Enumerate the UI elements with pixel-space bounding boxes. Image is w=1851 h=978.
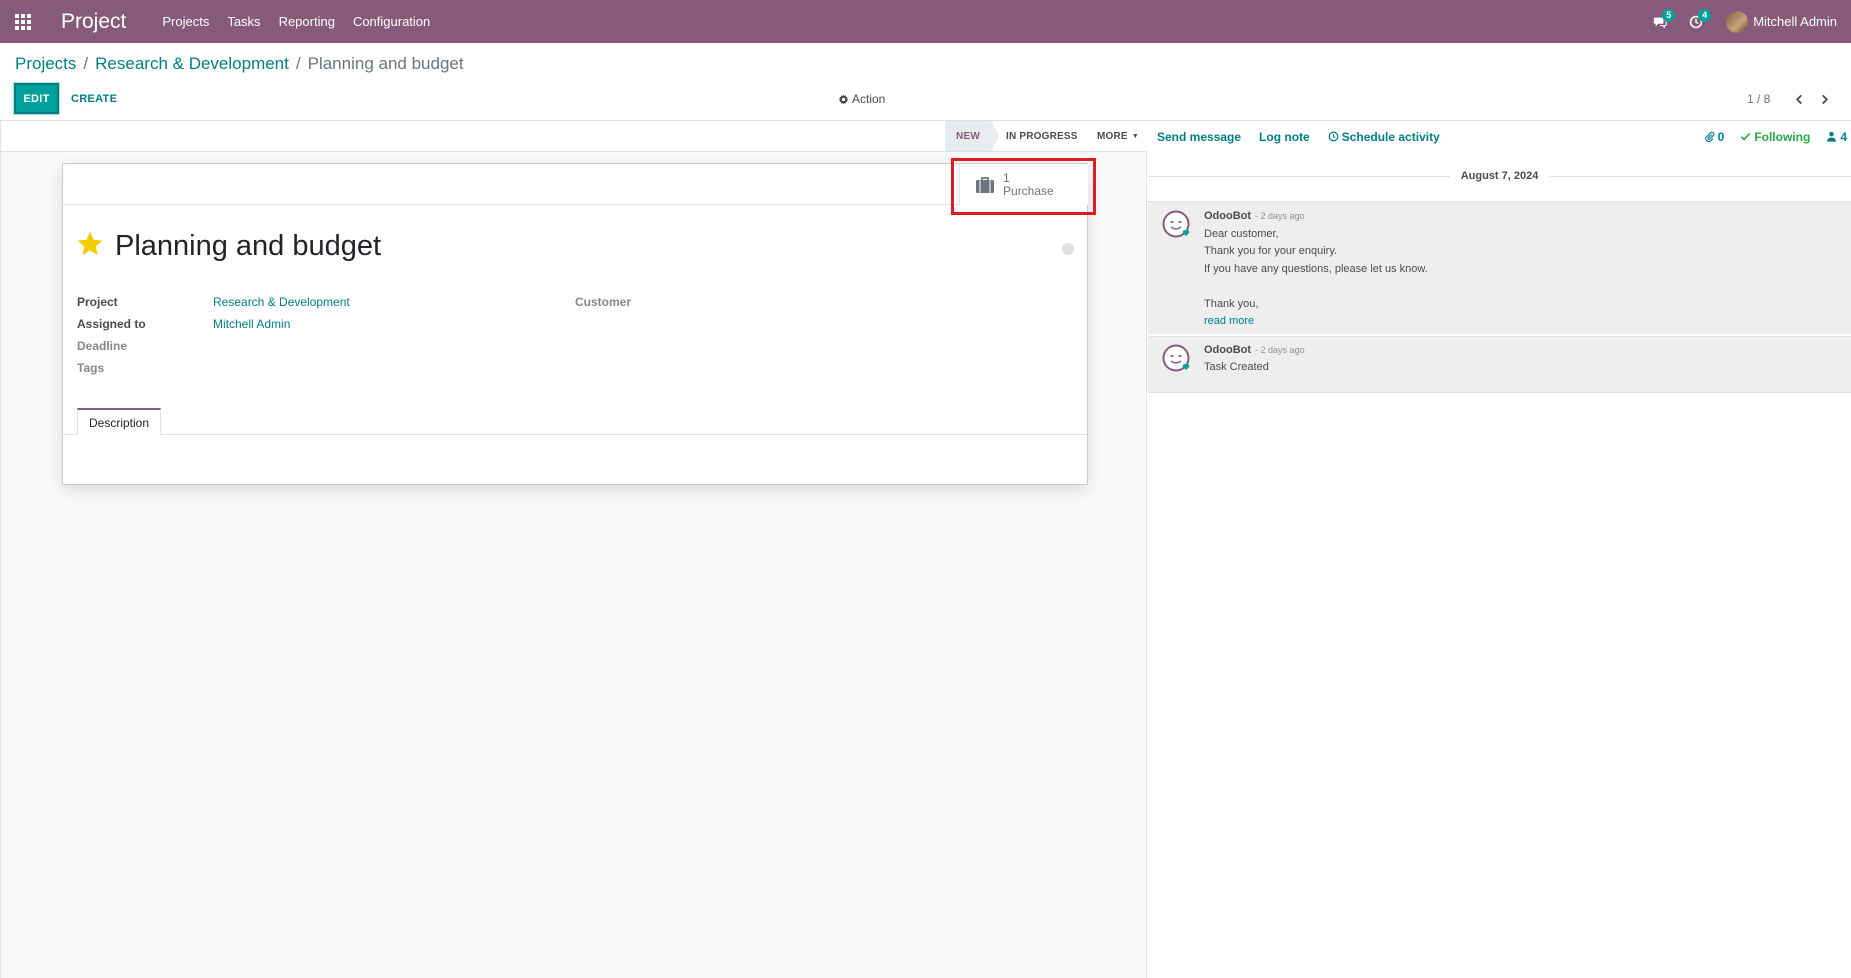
breadcrumb: Projects / Research & Development / Plan… — [15, 54, 464, 74]
breadcrumb-separator: / — [295, 54, 301, 73]
stage-arrow — [991, 121, 999, 151]
date-separator-label: August 7, 2024 — [1460, 170, 1539, 182]
pager-previous-button[interactable] — [1789, 89, 1809, 109]
clock-icon — [1328, 131, 1339, 142]
tags-label: Tags — [77, 361, 105, 375]
form-sheet: 1 Purchase Planning and budget Project R… — [62, 163, 1088, 485]
project-label: Project — [77, 295, 118, 309]
user-name: Mitchell Admin — [1753, 14, 1837, 29]
task-title: Planning and budget — [115, 230, 382, 262]
button-box: 1 Purchase — [63, 164, 1088, 205]
activities-button[interactable]: 4 — [1678, 0, 1714, 43]
messages-counter: 5 — [1662, 9, 1676, 22]
app-name[interactable]: Project — [61, 10, 126, 34]
schedule-activity-label: Schedule activity — [1341, 129, 1440, 144]
send-message-button[interactable]: Send message — [1157, 130, 1241, 144]
menu-tasks[interactable]: Tasks — [227, 14, 260, 29]
log-note-button[interactable]: Log note — [1259, 130, 1310, 144]
create-button[interactable]: CREATE — [71, 83, 117, 114]
message-line: If you have any questions, please let us… — [1204, 263, 1428, 275]
chatter-message: OdooBot - 2 days ago Dear customer, Thank… — [1148, 201, 1851, 334]
stage-in-progress-button[interactable]: IN PROGRESS — [1006, 121, 1078, 151]
breadcrumb-projects[interactable]: Projects — [15, 54, 76, 74]
statusbar: NEW IN PROGRESS MORE ▼ — [1, 121, 1147, 152]
breadcrumb-current: Planning and budget — [307, 54, 464, 73]
assigned-to-value-link[interactable]: Mitchell Admin — [213, 317, 290, 331]
messages-button[interactable]: 5 — [1642, 0, 1678, 43]
followers-button[interactable]: 4 — [1826, 130, 1847, 144]
star-icon[interactable] — [76, 230, 104, 258]
chatter: Send message Log note Schedule activity … — [1148, 121, 1851, 978]
chatter-topbar: Send message Log note Schedule activity … — [1148, 121, 1851, 152]
deadline-label: Deadline — [77, 339, 128, 353]
pager-next-button[interactable] — [1814, 89, 1834, 109]
edit-button[interactable]: EDIT — [14, 83, 59, 114]
pager-value[interactable]: 1 / 8 — [1747, 89, 1770, 109]
apps-menu-icon[interactable] — [0, 0, 46, 43]
chevron-right-icon — [1821, 94, 1828, 104]
date-separator: August 7, 2024 — [1148, 169, 1851, 183]
paperclip-icon — [1704, 131, 1714, 142]
highlight-annotation — [951, 158, 1096, 215]
customer-label: Customer — [575, 295, 632, 309]
kanban-state-indicator[interactable] — [1062, 243, 1074, 255]
message-date: - 2 days ago — [1255, 211, 1305, 221]
read-more-link[interactable]: read more — [1204, 315, 1254, 327]
attachments-count: 0 — [1717, 129, 1725, 144]
more-label: MORE — [1097, 130, 1128, 142]
avatar — [1726, 10, 1749, 33]
more-stages-dropdown[interactable]: MORE ▼ — [1097, 121, 1139, 151]
breadcrumb-separator: / — [83, 54, 89, 73]
following-label: Following — [1754, 129, 1811, 144]
menu-reporting[interactable]: Reporting — [279, 14, 335, 29]
message-line: Thank you for your enquiry. — [1204, 245, 1338, 257]
action-label: Action — [852, 92, 886, 106]
menu-projects[interactable]: Projects — [162, 14, 209, 29]
user-icon — [1827, 131, 1837, 142]
breadcrumb-research-development[interactable]: Research & Development — [95, 54, 289, 74]
caret-down-icon: ▼ — [1131, 132, 1139, 140]
followers-count: 4 — [1840, 129, 1847, 144]
project-value-link[interactable]: Research & Development — [213, 295, 350, 309]
message-author-name: OdooBot — [1204, 344, 1252, 356]
message-line: Thank you, — [1204, 298, 1259, 310]
notebook-tabs: Description — [63, 405, 1087, 436]
odoobot-avatar-icon — [1162, 210, 1190, 238]
message-date: - 2 days ago — [1255, 345, 1305, 355]
chatter-message: OdooBot - 2 days ago Task Created — [1148, 336, 1851, 393]
odoobot-avatar-icon — [1162, 344, 1190, 372]
top-navbar: Project Projects Tasks Reporting Configu… — [0, 0, 1851, 43]
attachments-button[interactable]: 0 — [1704, 129, 1725, 144]
check-icon — [1741, 132, 1751, 141]
message-line: Task Created — [1204, 361, 1269, 373]
message-author-name: OdooBot — [1204, 210, 1252, 222]
action-dropdown[interactable]: Action — [838, 89, 885, 109]
schedule-activity-button[interactable]: Schedule activity — [1328, 130, 1440, 144]
form-view: NEW IN PROGRESS MORE ▼ 1 Purchase Planni… — [0, 121, 1147, 978]
activities-counter: 4 — [1698, 9, 1712, 22]
chevron-left-icon — [1795, 94, 1802, 104]
message-line: Dear customer, — [1204, 228, 1279, 240]
message-author: OdooBot - 2 days ago — [1204, 210, 1305, 222]
menu-configuration[interactable]: Configuration — [353, 14, 430, 29]
message-author: OdooBot - 2 days ago — [1204, 344, 1305, 356]
control-panel: Projects / Research & Development / Plan… — [0, 43, 1851, 121]
following-button[interactable]: Following — [1740, 130, 1810, 144]
tab-description[interactable]: Description — [77, 408, 162, 436]
stage-new-button[interactable]: NEW — [945, 121, 991, 151]
user-menu[interactable]: Mitchell Admin — [1726, 10, 1837, 33]
assigned-to-label: Assigned to — [77, 317, 146, 331]
gear-icon — [838, 94, 849, 104]
